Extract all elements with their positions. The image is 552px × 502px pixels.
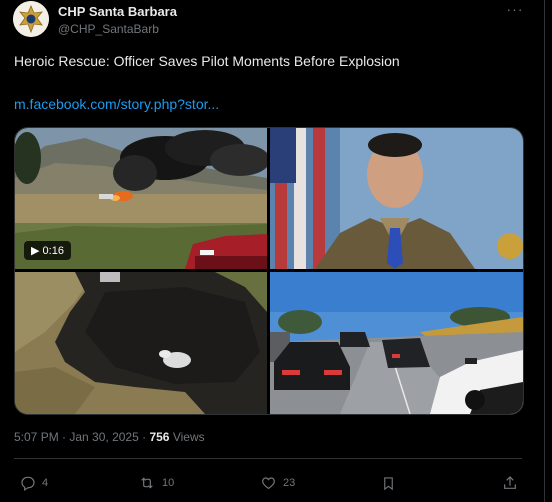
- avatar[interactable]: [13, 1, 49, 37]
- post-meta: 5:07 PM · Jan 30, 2025 · 756 Views: [14, 430, 205, 444]
- video-crash-site[interactable]: ▶ 0:16: [15, 128, 267, 269]
- post-date[interactable]: Jan 30, 2025: [69, 430, 138, 444]
- post-text: Heroic Rescue: Officer Saves Pilot Momen…: [14, 53, 400, 69]
- share-icon: [504, 476, 516, 489]
- bookmark-button[interactable]: [381, 475, 396, 492]
- share-button[interactable]: [502, 475, 518, 491]
- more-options-icon[interactable]: ···: [505, 2, 525, 20]
- chp-badge-icon: [13, 1, 49, 37]
- bookmark-icon: [384, 477, 393, 491]
- account-handle[interactable]: @CHP_SantaBarb: [58, 22, 159, 36]
- media-grid: ▶ 0:16: [14, 127, 524, 415]
- divider: [14, 458, 522, 459]
- post-time[interactable]: 5:07 PM: [14, 430, 59, 444]
- like-button[interactable]: 23: [260, 475, 295, 491]
- burned-field-aerial[interactable]: [15, 272, 267, 414]
- reply-icon: [21, 476, 35, 491]
- repost-button[interactable]: 10: [138, 475, 174, 491]
- account-name[interactable]: CHP Santa Barbara: [58, 4, 177, 19]
- highway-patrol-cars[interactable]: [270, 272, 523, 414]
- reply-button[interactable]: 4: [20, 475, 48, 491]
- view-count: 756: [149, 430, 170, 444]
- aerial-burn-image: [15, 272, 267, 414]
- officer-portrait[interactable]: [270, 128, 523, 269]
- reply-count: 4: [42, 477, 49, 489]
- video-badge: ▶ 0:16: [24, 241, 71, 260]
- highway-scene-image: [270, 272, 523, 414]
- like-count: 23: [283, 477, 296, 489]
- repost-count: 10: [162, 477, 175, 489]
- video-duration: 0:16: [42, 245, 64, 257]
- heart-icon: [262, 477, 275, 490]
- post-link[interactable]: m.facebook.com/story.php?stor...: [14, 96, 219, 112]
- views-label: Views: [172, 430, 205, 444]
- column-border: [544, 0, 545, 502]
- repost-icon: [141, 477, 153, 489]
- officer-portrait-image: [270, 128, 523, 269]
- play-icon: ▶: [31, 245, 40, 257]
